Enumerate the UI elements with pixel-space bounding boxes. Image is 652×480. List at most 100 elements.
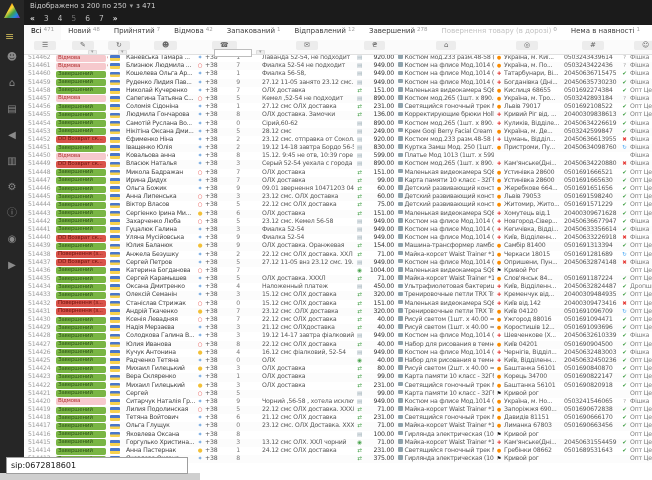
client-name[interactable]: Самотій Руслана Во... [126,120,196,128]
order-comment[interactable]: 09.01 звернення 10471203 04... [262,185,354,193]
status-cell[interactable]: Відмова [56,398,108,406]
tab-7[interactable]: Повернення товару (в дорозі)0 [435,25,564,41]
client-name[interactable]: Яковлева Оксана [126,431,196,439]
status-cell[interactable]: Завершений [56,218,108,226]
product-name[interactable]: Рисуй светом (1шт. х 40.00 = 40... [398,316,494,324]
order-comment[interactable]: 23.12 смс. Кемел 56-58 [262,218,354,226]
col-refresh-icon[interactable]: ↻ [108,41,130,50]
phone-number[interactable]: +38 [205,87,227,95]
announce-icon[interactable]: ◀ [8,130,16,141]
order-comment[interactable]: 27.12 смс ОЛХ доставка [262,103,354,111]
client-name[interactable]: Людмила Гончарова [126,111,196,119]
phone-number[interactable]: +38 [205,169,227,177]
client-name[interactable]: Николай Кучеренко [126,87,196,95]
first-page-button[interactable]: « [30,12,35,25]
column-filter-input[interactable] [214,49,252,57]
client-name[interactable]: Вера Скляренко [126,373,196,381]
product-name[interactable]: Костюм на флисе Мод.1014 (1ш... [398,349,494,357]
status-cell[interactable]: Завершений [56,128,108,136]
tracking-number[interactable]: 0501691598240 [564,193,620,201]
table-row[interactable]: 514462Відмова⊘Каневська Тамара ...✶+381Л… [24,54,652,62]
product-name[interactable]: Набор для рисования в темнот... [398,341,494,349]
product-name[interactable]: Гирлянда электрическая (100 л... [398,431,494,439]
order-comment[interactable]: 23.12 смс .ОЛХ доставка [262,308,354,316]
status-cell[interactable]: Повернення (з... [56,251,108,259]
product-name[interactable]: Светящийся гоночный трек Ма... [398,414,494,422]
client-name[interactable]: Іващенко Юлія [126,144,196,152]
status-cell[interactable]: Завершений [56,365,108,373]
tracking-number[interactable]: 20450634220880 [564,160,620,168]
col-city-icon[interactable]: ◎ [516,41,538,50]
filter-caret-icon[interactable]: ▾ [118,50,127,55]
client-name[interactable]: Катерина Богданова [126,267,196,275]
status-cell[interactable]: Завершений [56,177,108,185]
tracking-number[interactable]: 20450632610339 [564,332,620,340]
client-name[interactable]: Оксана Дмитренко [126,283,196,291]
order-comment[interactable] [262,267,354,275]
product-name[interactable]: Тренировочные петли TRX Train... [398,308,494,316]
order-comment[interactable]: Чорний ,56-58 , хотела исключ... [262,398,354,406]
phone-number[interactable]: +38 [205,242,227,250]
table-row[interactable]: 514429ЗавершенийНадія Мерзаєва✶+38321.12… [24,324,652,332]
table-row[interactable]: 514452DD Возврат ск...Єфименко Ніна✶+382… [24,136,652,144]
client-name[interactable]: Андрій Ткаченко [126,308,196,316]
product-name[interactable]: Карта памяти 10 класс - 32Гб *1... [398,390,494,398]
tracking-number[interactable] [564,152,620,160]
status-cell[interactable]: Завершений [56,226,108,234]
table-row[interactable]: 514440DD Возврат ск...Уляна Мусійовська✶… [24,234,652,242]
tab-1[interactable]: Новий48 [61,25,107,41]
phone-number[interactable]: +38 [205,234,227,242]
product-name[interactable]: Гирлянда электрическая (100 л... [398,455,494,463]
status-cell[interactable]: Завершений [56,439,108,447]
product-name[interactable]: Майка-корсет Waist Trainer *142... [398,251,494,259]
phone-number[interactable]: +38 [205,79,227,87]
client-name[interactable]: Тетяна Войтович [126,414,196,422]
status-cell[interactable]: Завершений [56,210,108,218]
status-cell[interactable]: Відмова⊘ [56,62,108,70]
tracking-number[interactable]: 20400309484935 [564,291,620,299]
table-row[interactable]: 514436ЗавершенийКатерина Богданова○+387◉… [24,267,652,275]
tracking-number[interactable] [564,431,620,439]
product-name[interactable]: Костюм мод.265 (1шт. х 890.00 ... [398,160,494,168]
client-name[interactable]: Сапегина Татьяна С... [126,95,196,103]
order-comment[interactable]: 28.12 смс [262,128,354,136]
phone-number[interactable]: +38 [205,357,227,365]
status-cell[interactable]: Завершений [56,144,108,152]
play-icon[interactable]: ▶ [8,260,16,271]
tracking-number[interactable]: 0501691571229 [564,201,620,209]
product-name[interactable]: Маленькая видеокамера SQ8 *... [398,87,494,95]
table-row[interactable]: 514454ЗавершенийСамотій Руслана Во...✶+3… [24,120,652,128]
order-comment[interactable]: 21.12 смс ОЛХ доставка [262,414,354,422]
status-cell[interactable]: Завершений [56,390,108,398]
order-comment[interactable]: 21.12 смс ОЛХдоставка [262,324,354,332]
order-comment[interactable]: 19.12 14-17 завтра фіалковий,... [262,332,354,340]
tracking-number[interactable]: 0501690822147 [564,373,620,381]
tracking-number[interactable]: 0501690820918 [564,382,620,390]
table-row[interactable]: 514435ЗавершенийСергей Карамышев✶+385ОЛХ… [24,275,652,283]
phone-number[interactable]: +38 [205,275,227,283]
tracking-number[interactable]: 20450632450236 [564,357,620,365]
order-comment[interactable] [262,390,354,398]
product-name[interactable]: Маленькая видеокамера SQ8 *... [398,210,494,218]
phone-number[interactable]: +38 [205,332,227,340]
col-client-icon[interactable]: ☻ [154,41,177,50]
phone-number[interactable]: +38 [205,406,227,414]
status-cell[interactable]: Завершений [56,103,108,111]
product-name[interactable]: Костюм мод.265 (1шт. х 890.00 ... [398,95,494,103]
tab-8[interactable]: Нема в наявності1 [564,25,647,41]
tracking-number[interactable]: 0501690672838 [564,406,620,414]
table-row[interactable]: 514446ЗавершенийОльга Божик✶+38909.01 зв… [24,185,652,193]
table-row[interactable]: 514421ЗавершенийСергей○+385▤99.00Карта п… [24,390,652,398]
tracking-number[interactable]: 20450632824487 [564,283,620,291]
order-comment[interactable] [262,431,354,439]
tracking-number[interactable] [564,390,620,398]
phone-number[interactable]: +38 [205,382,227,390]
status-cell[interactable]: DD Возврат ск... [56,136,108,144]
phone-number[interactable]: +38 [205,316,227,324]
tracking-number[interactable]: 0501691187224 [564,275,620,283]
table-row[interactable]: 514414ЗавершенийАнна Пастернак●+38124.12… [24,447,652,455]
order-comment[interactable]: 22.12 смс ОЛХ доставка. ХХХЛ [262,406,354,414]
phone-number[interactable]: +38 [205,414,227,422]
status-cell[interactable]: Завершений [56,414,108,422]
client-name[interactable]: Ксенія Левадняя [126,316,196,324]
